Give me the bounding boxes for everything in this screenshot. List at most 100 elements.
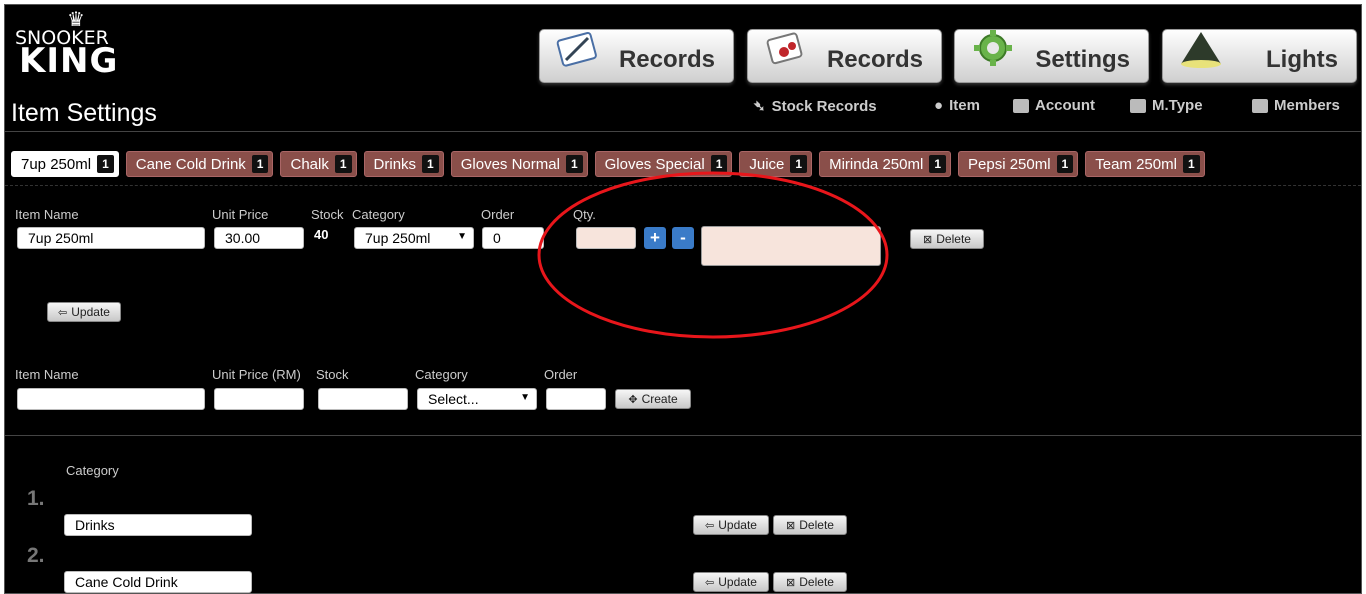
qty-label: Qty. — [573, 207, 596, 222]
item-tab-label: Drinks — [373, 155, 417, 173]
count-badge: 1 — [422, 155, 439, 173]
new-stock-label: Stock — [316, 367, 349, 382]
item-tab-label: Chalk — [290, 155, 329, 173]
note-textarea[interactable] — [701, 226, 881, 266]
count-badge: 1 — [929, 155, 946, 173]
stock-label: Stock — [311, 207, 344, 222]
stock-value: 40 — [314, 227, 329, 242]
new-unit-price-label: Unit Price (RM) — [212, 367, 301, 382]
qty-minus-button[interactable]: - — [672, 227, 694, 249]
count-badge: 1 — [565, 155, 583, 173]
item-tab-label: Pepsi 250ml — [968, 155, 1051, 173]
card-icon — [766, 32, 803, 65]
create-button[interactable]: ✥ Create — [615, 389, 691, 409]
members-icon — [1252, 98, 1268, 113]
order-input[interactable]: 0 — [482, 227, 544, 249]
item-tab[interactable]: Chalk 1 — [280, 151, 357, 177]
update-button[interactable]: ⇦ Update — [47, 302, 121, 322]
item-tab[interactable]: Gloves Special 1 — [594, 151, 733, 177]
nav-records-button[interactable]: Records — [539, 29, 734, 83]
new-item-name-label: Item Name — [15, 367, 79, 382]
item-tab-label: Mirinda 250ml — [829, 155, 924, 173]
category-number: 2. — [27, 544, 45, 567]
category-delete-button[interactable]: ⊠ Delete — [773, 515, 847, 535]
category-update-button[interactable]: ⇦ Update — [693, 515, 769, 535]
order-label: Order — [481, 207, 515, 222]
new-order-label: Order — [544, 367, 578, 382]
delete-button[interactable]: ⊠ Delete — [910, 229, 984, 249]
item-tab[interactable]: Team 250ml 1 — [1085, 151, 1205, 177]
arrow-icon: ⇦ — [58, 306, 68, 319]
arrow-icon: ⇦ — [705, 576, 715, 589]
arrow-icon: ⇦ — [705, 519, 715, 532]
unit-price-input[interactable]: 30.00 — [214, 227, 304, 249]
item-tab[interactable]: Juice 1 — [739, 151, 813, 177]
item-tab[interactable]: Pepsi 250ml 1 — [958, 151, 1079, 177]
nav-settings-button[interactable]: Settings — [954, 29, 1149, 83]
item-tab[interactable]: Gloves Normal 1 — [450, 151, 588, 177]
item-tab-label: Juice — [749, 155, 785, 173]
category-delete-button[interactable]: ⊠ Delete — [773, 572, 847, 592]
category-name-input[interactable]: Drinks — [64, 514, 252, 536]
subnav-item[interactable]: ● Item — [934, 97, 980, 114]
item-tab-label: Cane Cold Drink — [135, 155, 246, 173]
category-select[interactable]: 7up 250ml ▼ — [354, 227, 474, 249]
category-header: Category — [66, 463, 119, 478]
item-tab-label: Team 250ml — [1095, 155, 1177, 173]
item-tab[interactable]: Drinks 1 — [363, 151, 444, 177]
count-badge: 1 — [97, 155, 114, 173]
category-label: Category — [352, 207, 405, 222]
app-window: ♛ SNOOKER KING Item Settings Records Rec… — [4, 4, 1362, 594]
divider — [5, 131, 1361, 132]
user-icon — [1013, 98, 1029, 113]
dropdown-arrow-icon: ▼ — [457, 231, 467, 242]
item-tab[interactable]: Mirinda 250ml 1 — [819, 151, 951, 177]
category-name-input[interactable]: Cane Cold Drink — [64, 571, 252, 593]
subnav-stock-records[interactable]: ➴ Stock Records — [753, 97, 877, 116]
plus-move-icon: ✥ — [628, 393, 638, 406]
lamp-icon — [1181, 32, 1221, 68]
category-update-button[interactable]: ⇦ Update — [693, 572, 769, 592]
item-tab-label: 7up 250ml — [21, 155, 92, 173]
subnav-members[interactable]: Members — [1252, 97, 1340, 114]
pin-icon: ● — [934, 97, 944, 114]
page-title: Item Settings — [11, 99, 157, 127]
gear-icon — [974, 30, 1012, 66]
count-badge: 1 — [251, 155, 269, 173]
item-name-label: Item Name — [15, 207, 79, 222]
qty-input[interactable] — [576, 227, 636, 249]
qty-plus-button[interactable]: + — [644, 227, 666, 249]
item-tab[interactable]: Cane Cold Drink 1 — [125, 151, 274, 177]
count-badge: 1 — [1056, 155, 1074, 173]
count-badge: 1 — [1182, 155, 1200, 173]
card-type-icon — [1130, 98, 1146, 113]
item-tabs: 7up 250ml 1 Cane Cold Drink 1 Chalk 1 Drinks 1 G… — [11, 151, 1205, 177]
new-item-name-input[interactable] — [17, 388, 205, 410]
item-name-input[interactable]: 7up 250ml — [17, 227, 205, 249]
count-badge: 1 — [790, 155, 808, 173]
new-category-label: Category — [415, 367, 468, 382]
nav-records-2-button[interactable]: Records — [747, 29, 942, 83]
count-badge: 1 — [710, 155, 728, 173]
nav-lights-button[interactable]: Lights — [1162, 29, 1357, 83]
new-stock-input[interactable] — [318, 388, 408, 410]
item-tab[interactable]: 7up 250ml 1 — [11, 151, 119, 177]
new-order-input[interactable] — [546, 388, 606, 410]
new-category-select[interactable]: Select... ▼ — [417, 388, 537, 410]
stock-icon: ➴ — [753, 98, 766, 115]
category-number: 1. — [27, 487, 45, 510]
unit-price-label: Unit Price — [212, 207, 269, 222]
divider — [5, 435, 1361, 436]
item-tab-label: Gloves Normal — [460, 155, 560, 173]
divider — [5, 185, 1361, 186]
notepad-pen-icon — [556, 32, 597, 67]
item-tab-label: Gloves Special — [604, 155, 705, 173]
subnav-m-type[interactable]: M.Type — [1130, 97, 1203, 114]
delete-icon: ⊠ — [786, 519, 796, 532]
subnav-account[interactable]: Account — [1013, 97, 1095, 114]
delete-icon: ⊠ — [786, 576, 796, 589]
dropdown-arrow-icon: ▼ — [520, 392, 530, 403]
delete-icon: ⊠ — [923, 233, 933, 246]
count-badge: 1 — [334, 155, 352, 173]
new-unit-price-input[interactable] — [214, 388, 304, 410]
